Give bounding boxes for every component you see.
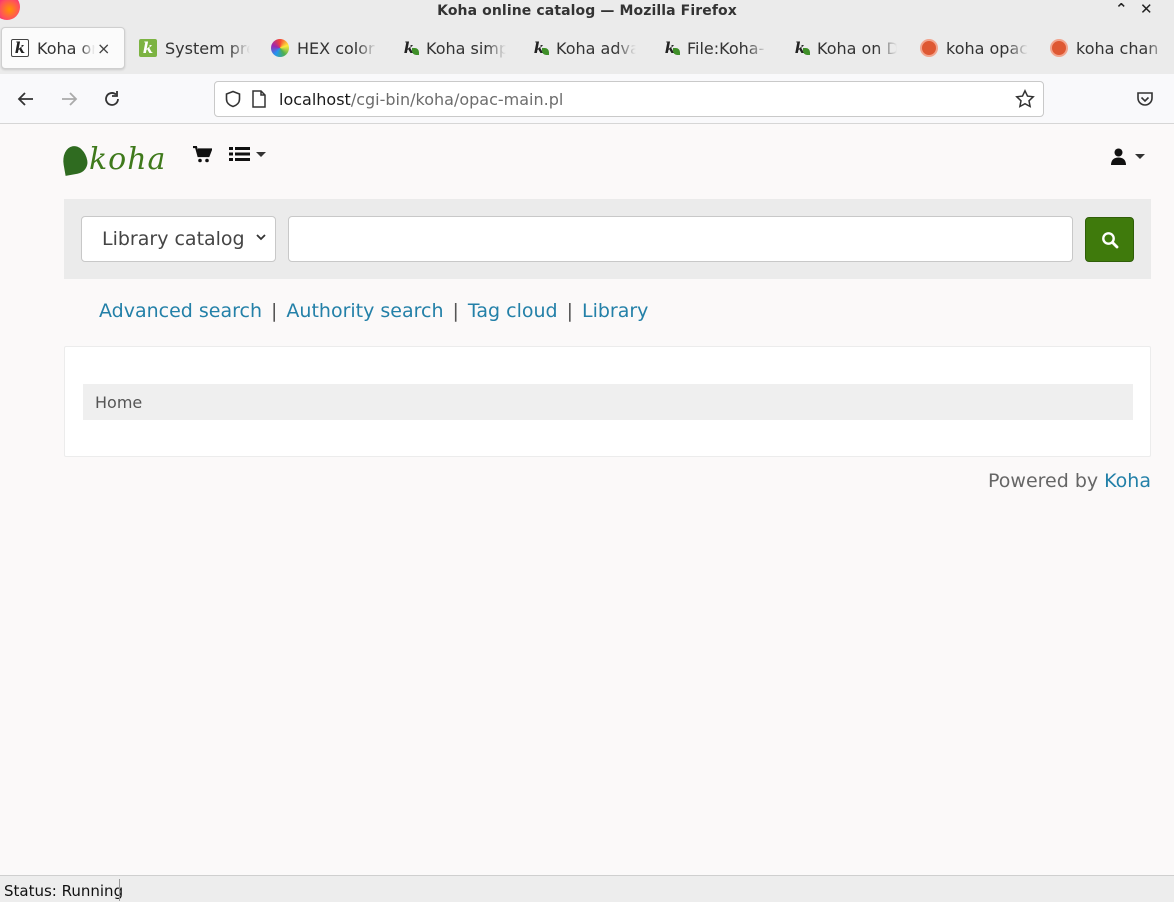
chevron-down-icon [256, 151, 266, 157]
koha-k-green-icon: k [139, 39, 157, 57]
tab-label: Koha advanced [556, 38, 636, 58]
close-tab-icon[interactable]: × [97, 39, 110, 58]
status-text: Status: Running [4, 882, 124, 900]
tracking-protection-shield-icon[interactable] [223, 89, 243, 109]
navigation-toolbar: localhost/cgi-bin/koha/opac-main.pl [0, 74, 1174, 124]
powered-by-footer: Powered by Koha [988, 470, 1151, 492]
koha-leaf-icon: k [530, 39, 549, 57]
tab-label: System preferences [165, 38, 250, 58]
tab-system-preferences[interactable]: k System preferences [139, 27, 254, 69]
search-scope-select[interactable]: Library catalog [81, 216, 276, 262]
tab-label: Koha online catalog [37, 38, 95, 58]
reload-icon [105, 91, 119, 106]
tab-koha-simple[interactable]: k Koha simple [400, 27, 510, 69]
status-bar: Status: Running [0, 875, 1174, 902]
koha-link[interactable]: Koha [1104, 470, 1151, 492]
tab-label: koha chan [1076, 38, 1159, 58]
window-title: Koha online catalog — Mozilla Firefox [437, 3, 737, 19]
main-content-panel: Home [64, 346, 1151, 457]
color-wheel-icon [271, 39, 289, 57]
koha-leaf-icon: k [661, 39, 680, 57]
tab-label: Koha on D [817, 38, 897, 58]
advanced-search-link[interactable]: Advanced search [99, 300, 262, 322]
reload-button[interactable] [99, 86, 125, 112]
koha-leaf-logo-icon [60, 143, 90, 176]
search-input[interactable] [288, 216, 1073, 262]
lists-dropdown-button[interactable] [229, 146, 266, 162]
address-bar[interactable]: localhost/cgi-bin/koha/opac-main.pl [214, 81, 1044, 117]
back-arrow-icon [17, 92, 33, 106]
link-separator: | [566, 300, 573, 322]
chevron-down-icon [255, 231, 267, 247]
url-host: localhost [279, 89, 351, 109]
pocket-icon [1137, 92, 1153, 106]
bookmark-star-icon[interactable] [1015, 89, 1035, 109]
url-path: /cgi-bin/koha/opac-main.pl [350, 89, 564, 109]
link-separator: | [452, 300, 459, 322]
close-window-button[interactable]: ✕ [1140, 0, 1153, 18]
tab-koha-opac[interactable]: koha opac [920, 27, 1035, 69]
tab-koha-advanced[interactable]: k Koha advanced [530, 27, 645, 69]
pocket-button[interactable] [1132, 86, 1158, 112]
firefox-logo-icon [0, 0, 20, 20]
tab-file-koha[interactable]: k File:Koha- [661, 27, 776, 69]
powered-by-text: Powered by [988, 470, 1099, 492]
search-links: Advanced search | Authority search | Tag… [99, 300, 648, 322]
search-panel: Library catalog [64, 199, 1151, 279]
list-icon [229, 147, 250, 161]
page-info-icon[interactable] [249, 89, 269, 109]
tab-strip: k Koha online catalog × k System prefere… [0, 22, 1174, 74]
search-scope-value: Library catalog [102, 228, 245, 250]
koha-leaf-icon: k [791, 39, 810, 57]
search-icon [1101, 231, 1118, 248]
duckduckgo-icon [920, 39, 938, 57]
breadcrumb-home[interactable]: Home [95, 393, 142, 412]
window-titlebar: Koha online catalog — Mozilla Firefox ⌃ … [0, 0, 1174, 22]
user-icon [1111, 148, 1126, 165]
tab-label: koha opac [946, 38, 1028, 58]
tab-hex-color[interactable]: HEX color [271, 27, 386, 69]
cart-button[interactable] [193, 146, 212, 163]
minimize-window-button[interactable]: ⌃ [1115, 0, 1128, 18]
forward-arrow-icon [62, 92, 78, 106]
koha-k-icon: k [11, 39, 29, 57]
koha-logo[interactable]: koha [60, 142, 167, 177]
chevron-down-icon [1135, 154, 1145, 159]
tab-koha-online-catalog[interactable]: k Koha online catalog × [1, 27, 125, 69]
tag-cloud-link[interactable]: Tag cloud [468, 300, 558, 322]
link-separator: | [271, 300, 278, 322]
user-account-dropdown[interactable] [1111, 148, 1145, 165]
web-page-content: koha Library catalog Advanced search | A… [0, 124, 1174, 875]
authority-search-link[interactable]: Authority search [286, 300, 443, 322]
tab-label: File:Koha- [687, 38, 765, 58]
koha-logo-text: koha [89, 142, 167, 177]
back-button[interactable] [13, 86, 39, 112]
tab-label: HEX color [297, 38, 375, 58]
duckduckgo-icon [1050, 39, 1068, 57]
tab-koha-on-d[interactable]: k Koha on D [791, 27, 906, 69]
url-text: localhost/cgi-bin/koha/opac-main.pl [279, 90, 563, 109]
forward-button[interactable] [56, 86, 82, 112]
search-button[interactable] [1085, 217, 1134, 262]
koha-leaf-icon: k [400, 39, 419, 57]
breadcrumb: Home [83, 384, 1133, 420]
tab-label: Koha simple [426, 38, 506, 58]
cart-icon [193, 146, 212, 163]
tab-koha-chan[interactable]: koha chan [1050, 27, 1174, 69]
status-divider [119, 879, 120, 901]
library-link[interactable]: Library [582, 300, 648, 322]
